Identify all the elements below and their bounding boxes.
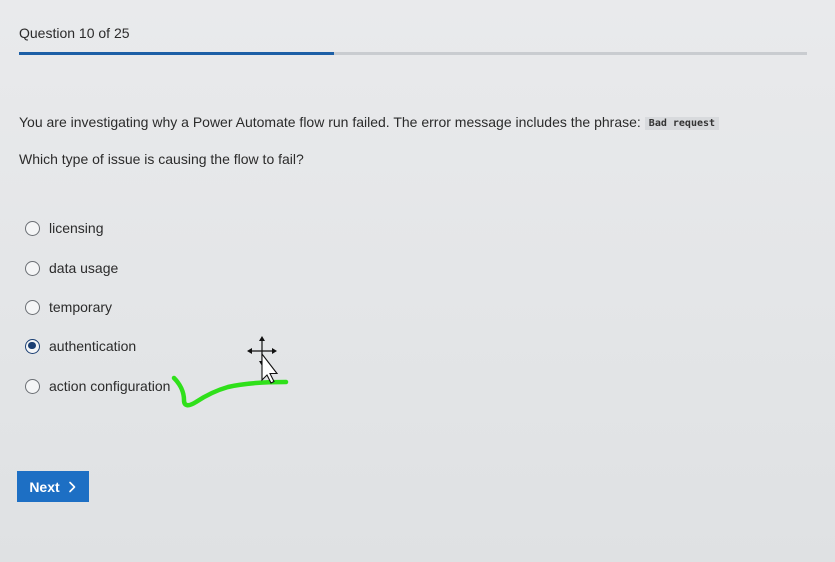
option-label: data usage [49, 260, 119, 276]
option-action-configuration[interactable]: action configuration [25, 376, 170, 396]
progress-bar [19, 52, 807, 55]
radio-button[interactable] [25, 299, 40, 315]
option-licensing[interactable]: licensing [25, 218, 103, 238]
error-code: Bad request [644, 117, 720, 130]
question-text: You are investigating why a Power Automa… [19, 114, 720, 130]
quiz-page: Question 10 of 25 You are investigating … [0, 0, 835, 562]
move-cursor-icon [247, 336, 279, 384]
question-prompt: Which type of issue is causing the flow … [19, 151, 304, 167]
option-label: temporary [49, 299, 113, 315]
radio-button-selected[interactable] [25, 338, 40, 354]
radio-button[interactable] [25, 260, 40, 276]
option-label: authentication [49, 338, 137, 354]
radio-button[interactable] [25, 220, 40, 236]
progress-bar-fill [19, 52, 335, 55]
next-button[interactable]: Next [17, 471, 89, 502]
option-authentication[interactable]: authentication [25, 336, 136, 356]
question-sentence: You are investigating why a Power Automa… [19, 114, 641, 130]
annotation-stroke [171, 375, 289, 408]
option-label: action configuration [49, 378, 171, 394]
option-label: licensing [49, 220, 104, 236]
radio-button[interactable] [25, 378, 40, 394]
option-data-usage[interactable]: data usage [25, 258, 118, 278]
next-button-label: Next [29, 478, 60, 495]
option-temporary[interactable]: temporary [25, 297, 112, 317]
progress-title: Question 10 of 25 [19, 25, 130, 41]
chevron-right-icon [68, 481, 75, 492]
